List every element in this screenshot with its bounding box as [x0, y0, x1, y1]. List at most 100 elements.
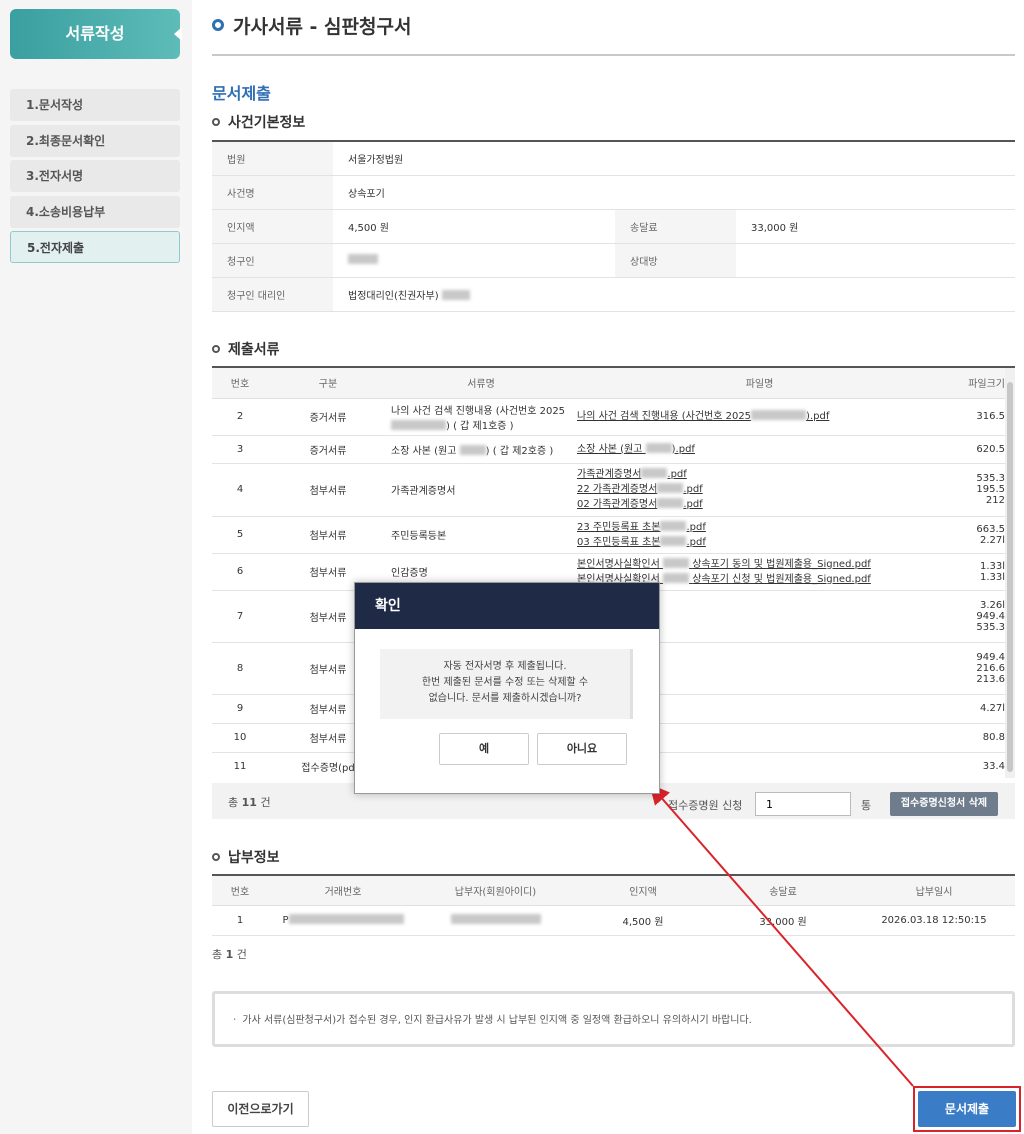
sidebar-step-submit[interactable]: 5.전자제출 — [10, 231, 180, 263]
sidebar-notch-icon — [174, 27, 182, 41]
redacted-text — [645, 442, 672, 453]
cert-count-input[interactable] — [755, 792, 851, 816]
file-link[interactable]: 나의 사건 검색 진행내용 (사건번호 2025).pdf — [577, 409, 945, 424]
documents-heading-text: 제출서류 — [228, 342, 280, 358]
row-no: 2 — [212, 398, 268, 436]
delivery-fee-label: 송달료 — [615, 209, 736, 244]
agent-text: 법정대리인(친권자부) — [348, 290, 439, 302]
size-value: 949.4 — [976, 610, 1005, 622]
size-value: 949.4 — [976, 651, 1005, 663]
row-files: 나의 사건 검색 진행내용 (사건번호 2025).pdf — [574, 398, 945, 436]
file-name-text: 소장 사본 (원고 — [577, 443, 643, 455]
col-no: 번호 — [212, 368, 268, 399]
row-no: 6 — [212, 553, 268, 591]
row-size: 1.33l 1.33l — [945, 553, 1005, 591]
redacted-text — [459, 444, 486, 455]
size-value: 212 — [985, 495, 1005, 506]
file-name-text: 본인서명사실확인서 — [577, 558, 660, 570]
row-type: 증거서류 — [268, 398, 388, 436]
payment-table: 번호 거래번호 납부자(회원아이디) 인지액 송달료 납부일시 1 P 4,50… — [212, 874, 1015, 936]
col-delivery-fee: 송달료 — [713, 875, 853, 906]
pay-stamp-fee: 4,500 원 — [573, 905, 713, 936]
sidebar-title-label: 서류작성 — [65, 24, 125, 43]
row-size: 4.27l — [945, 694, 1005, 724]
row-size: 620.5 — [945, 435, 1005, 464]
submit-button[interactable]: 문서제출 — [918, 1091, 1016, 1127]
file-link[interactable]: 02 가족관계증명서 .pdf — [577, 497, 945, 512]
file-name-text: .pdf — [683, 484, 703, 495]
row-size: 3.26l 949.4 535.3 — [945, 590, 1005, 643]
bullet-circle-icon — [212, 853, 220, 861]
row-doc-name: 주민등록등본 — [388, 516, 574, 554]
col-file-size: 파일크기 — [945, 368, 1005, 399]
redacted-text — [441, 289, 470, 300]
file-name-text: ).pdf — [671, 443, 695, 455]
prev-button[interactable]: 이전으로가기 — [212, 1091, 309, 1127]
sidebar-step-write[interactable]: 1.문서작성 — [10, 89, 180, 121]
table-row: 4 첨부서류 가족관계증명서 가족관계증명서 .pdf 22 가족관계증명서 .pd… — [212, 463, 1005, 517]
row-no: 11 — [212, 752, 268, 778]
case-name-label: 사건명 — [212, 175, 333, 210]
size-value: 1.33l — [979, 571, 1005, 583]
size-value: 3.26l — [979, 599, 1005, 611]
file-link[interactable]: 03 주민등록표 초본 .pdf — [577, 535, 945, 550]
cert-unit: 통 — [861, 799, 872, 812]
row-no: 3 — [212, 435, 268, 464]
dialog-message-line: 없습니다. 문서를 제출하시겠습니까? — [428, 693, 582, 704]
redacted-text — [288, 914, 404, 924]
dialog-yes-button[interactable]: 예 — [439, 733, 529, 765]
doc-name-text: ) ( 갑 제2호증 ) — [485, 445, 554, 457]
redacted-text — [660, 535, 687, 546]
dialog-no-button[interactable]: 아니요 — [537, 733, 627, 765]
cert-request-label: 접수증명원 신청 — [668, 799, 743, 812]
col-stamp-fee: 인지액 — [573, 875, 713, 906]
cert-delete-button[interactable]: 접수증명신청서 삭제 — [890, 792, 998, 816]
section-title: 문서제출 — [212, 84, 271, 103]
sidebar-step-payment[interactable]: 4.소송비용납부 — [10, 196, 180, 228]
pay-no: 1 — [212, 905, 268, 936]
file-name-text: 22 가족관계증명서 — [577, 484, 658, 495]
row-no: 8 — [212, 642, 268, 695]
file-name-text: 03 주민등록표 초본 — [577, 536, 661, 548]
file-link[interactable]: 본인서명사실확인서 상속포기 동의 및 법원제출용_Signed.pdf — [577, 557, 945, 572]
file-link[interactable]: 소장 사본 (원고 ).pdf — [577, 442, 945, 457]
title-circle-icon — [212, 19, 224, 31]
refund-notice: ㆍ 가사 서류(심판청구서)가 접수된 경우, 인지 환급사유가 발생 시 납부… — [212, 991, 1015, 1047]
col-paid-at: 납부일시 — [853, 875, 1015, 906]
payment-heading-text: 납부정보 — [228, 850, 280, 866]
table-row: 2 증거서류 나의 사건 검색 진행내용 (사건번호 2025) ( 갑 제1호… — [212, 398, 1005, 436]
file-name-text: .pdf — [686, 536, 706, 548]
redacted-text — [657, 483, 684, 493]
size-value: 2.27l — [979, 534, 1005, 546]
col-doc-name: 서류명 — [388, 368, 574, 399]
file-link[interactable]: 23 주민등록표 초본 .pdf — [577, 520, 945, 535]
file-link[interactable]: 가족관계증명서 .pdf — [577, 467, 945, 482]
redacted-text — [751, 410, 807, 420]
redacted-text — [663, 572, 689, 583]
total-count: 1 — [225, 948, 234, 961]
file-name-text: 23 주민등록표 초본 — [577, 521, 661, 533]
file-name-text: 나의 사건 검색 진행내용 (사건번호 2025 — [577, 411, 752, 422]
redacted-text — [663, 557, 689, 568]
page-title-text: 가사서류 - 심판청구서 — [233, 16, 412, 38]
bullet-circle-icon — [212, 345, 220, 353]
total-suffix: 건 — [236, 948, 247, 961]
court-value: 서울가정법원 — [333, 141, 1015, 176]
documents-scrollbar[interactable] — [1005, 368, 1015, 778]
sidebar-step-sign[interactable]: 3.전자서명 — [10, 160, 180, 192]
sidebar-step-confirm[interactable]: 2.최종문서확인 — [10, 125, 180, 157]
row-no: 4 — [212, 463, 268, 517]
row-type: 증거서류 — [268, 435, 388, 464]
col-payer: 납부자(회원아이디) — [418, 875, 573, 906]
size-value: 216.6 — [976, 662, 1005, 674]
scrollbar-thumb[interactable] — [1007, 382, 1013, 772]
row-no: 7 — [212, 590, 268, 643]
file-link[interactable]: 22 가족관계증명서 .pdf — [577, 482, 945, 497]
total-suffix: 건 — [260, 796, 271, 809]
table-header: 번호 구분 서류명 파일명 파일크기 — [212, 368, 1005, 399]
opponent-value — [736, 243, 1015, 278]
title-divider — [212, 54, 1015, 56]
dialog-message-line: 자동 전자서명 후 제출됩니다. — [443, 661, 567, 672]
col-txn: 거래번호 — [268, 875, 418, 906]
total-prefix: 총 — [228, 796, 239, 809]
